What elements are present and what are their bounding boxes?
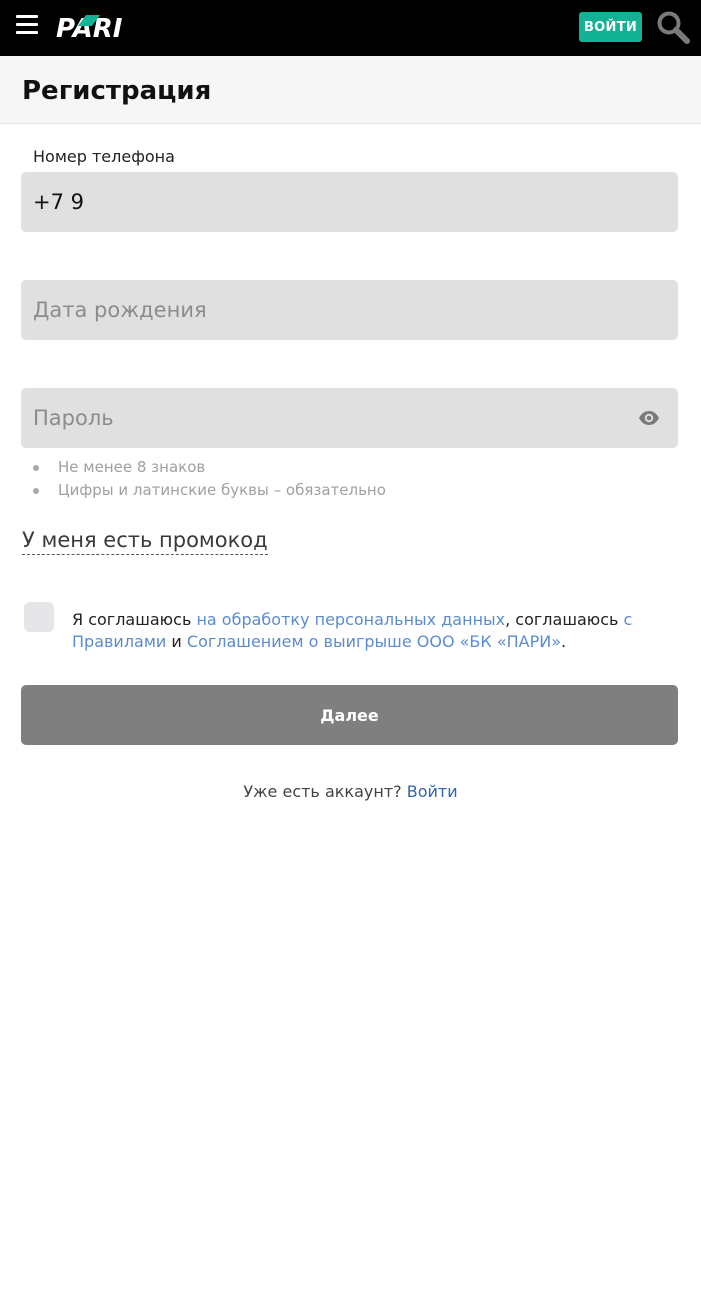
password-hint: Не менее 8 знаков xyxy=(33,456,386,479)
search-icon[interactable] xyxy=(656,10,690,44)
phone-label: Номер телефона xyxy=(33,147,175,166)
top-bar: PARI ВОЙТИ xyxy=(0,0,701,56)
agreement-checkbox[interactable] xyxy=(24,602,54,632)
page-title: Регистрация xyxy=(22,76,212,106)
login-button[interactable]: ВОЙТИ xyxy=(579,12,642,42)
password-hints: Не менее 8 знаков Цифры и латинские букв… xyxy=(33,456,386,502)
eye-icon[interactable] xyxy=(638,407,660,429)
phone-field[interactable] xyxy=(21,172,678,232)
password-field[interactable] xyxy=(21,388,678,448)
personal-data-link[interactable]: на обработку персональных данных xyxy=(196,610,505,629)
phone-input[interactable] xyxy=(21,172,678,232)
password-input[interactable] xyxy=(21,388,678,448)
winnings-agreement-link[interactable]: Соглашением о выигрыше ООО «БК «ПАРИ» xyxy=(187,632,561,651)
agreement-text: Я соглашаюсь на обработку персональных д… xyxy=(72,610,633,651)
have-account-text: Уже есть аккаунт? Войти xyxy=(243,782,458,801)
birthdate-input[interactable] xyxy=(21,280,678,340)
promo-code-link[interactable]: У меня есть промокод xyxy=(22,527,268,555)
pari-logo[interactable]: PARI xyxy=(56,12,152,42)
next-button[interactable]: Далее xyxy=(21,685,678,745)
menu-icon[interactable] xyxy=(16,15,38,37)
birthdate-field[interactable] xyxy=(21,280,678,340)
page-header: Регистрация xyxy=(0,56,701,124)
password-hint: Цифры и латинские буквы – обязательно xyxy=(33,479,386,502)
login-link[interactable]: Войти xyxy=(407,782,458,801)
